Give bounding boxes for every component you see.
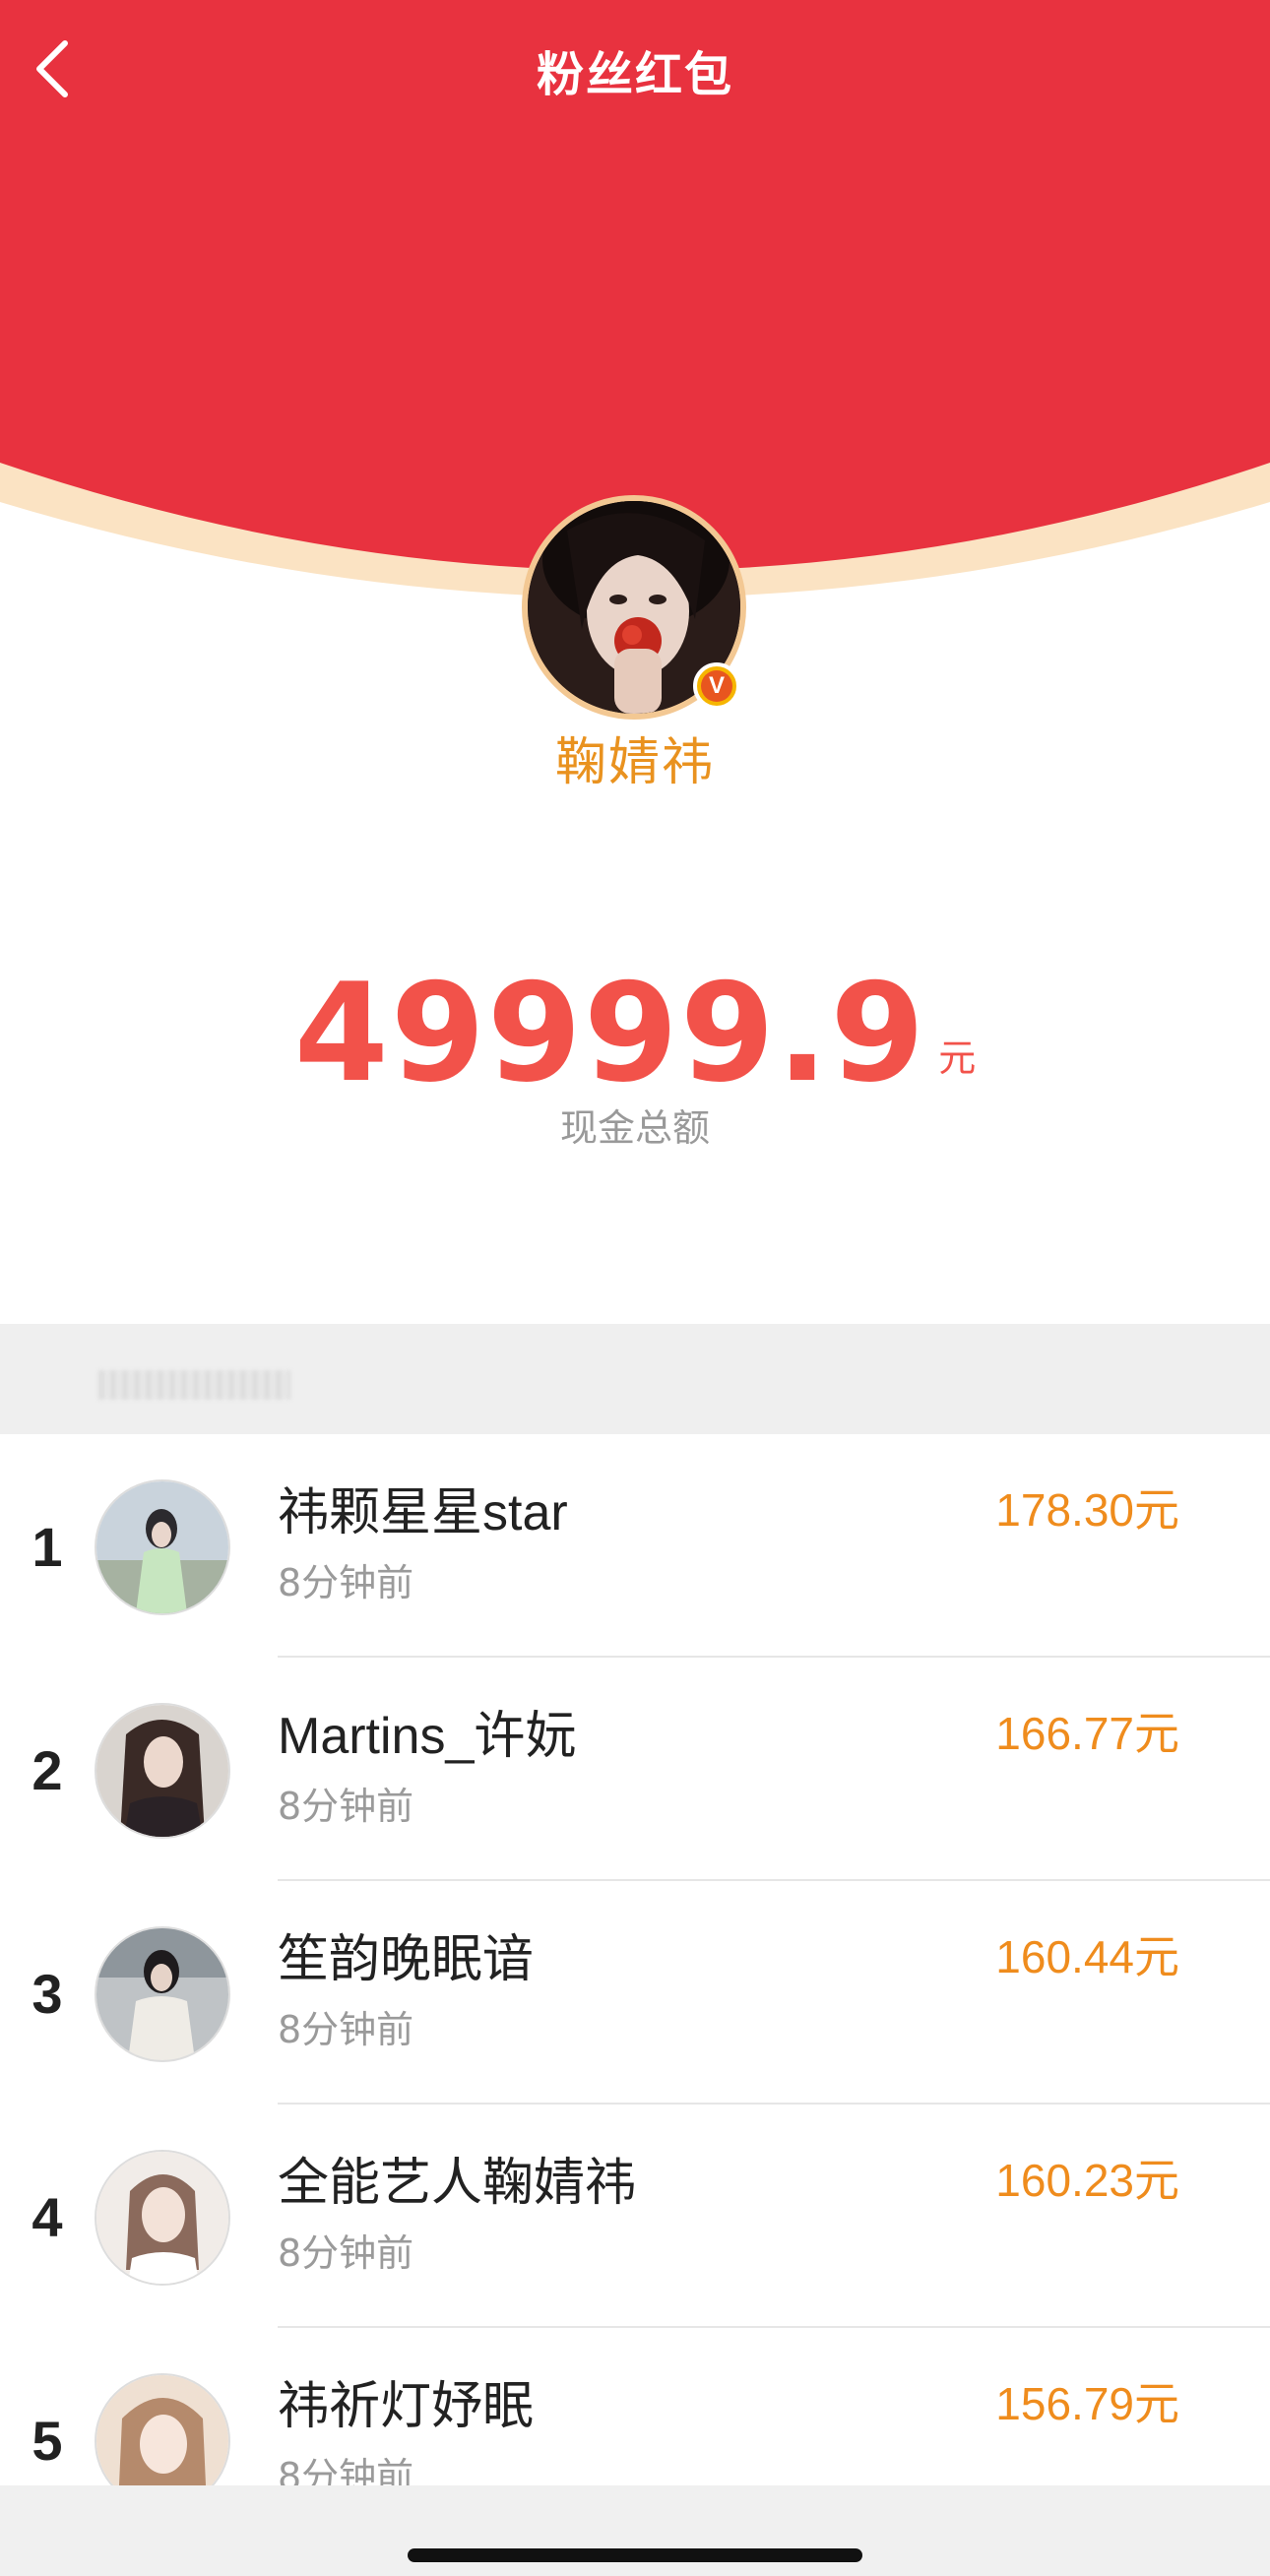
total-amount-caption: 现金总额 (559, 1106, 710, 1150)
recipient-amount: 160.23元 (995, 2155, 1179, 2206)
avatar[interactable] (95, 1703, 230, 1839)
rank-number: 5 (32, 2410, 63, 2472)
page-title: 粉丝红包 (536, 47, 733, 102)
avatar[interactable] (95, 1926, 230, 2062)
total-amount-unit: 元 (938, 1037, 977, 1080)
total-amount: 49999.9 元 (0, 965, 1270, 1102)
recipient-name: 祎颗星星star (278, 1484, 568, 1541)
recipient-amount: 178.30元 (995, 1484, 1179, 1536)
recipient-name: 笙韵晚眠谙 (278, 1931, 535, 1988)
recipient-name: 祎祈灯妤眠 (278, 2378, 535, 2435)
home-indicator[interactable] (408, 2548, 862, 2562)
bottom-bar (0, 2485, 1270, 2576)
avatar[interactable] (95, 2150, 230, 2286)
verified-badge-icon: V (693, 662, 740, 710)
list-item[interactable]: 3 笙韵晚眠谙 8分钟前 160.44元 (0, 1881, 1270, 2105)
recipient-list: 1 祎颗星星star 8分钟前 178.30元 2 Martins_许妧 8分钟… (0, 1434, 1270, 2551)
list-item[interactable]: 1 祎颗星星star 8分钟前 178.30元 (0, 1434, 1270, 1658)
rank-number: 3 (32, 1963, 63, 2025)
verified-badge-label: V (701, 670, 732, 702)
list-item[interactable]: 4 全能艺人鞠婧祎 8分钟前 160.23元 (0, 2105, 1270, 2328)
rank-number: 4 (32, 2186, 63, 2248)
list-item[interactable]: 2 Martins_许妧 8分钟前 166.77元 (0, 1658, 1270, 1881)
rank-number: 2 (32, 1739, 63, 1801)
red-packet-page: 粉丝红包 V 鞠婧祎 49999.9 元 现金总额 1 祎颗星星star 8分钟… (0, 0, 1270, 2576)
recipient-name: Martins_许妧 (278, 1708, 577, 1765)
recipient-time: 8分钟前 (278, 1561, 414, 1604)
recipient-amount: 166.77元 (995, 1708, 1179, 1759)
recipient-amount: 156.79元 (995, 2378, 1179, 2429)
host-name: 鞠婧祎 (554, 733, 715, 792)
recipient-time: 8分钟前 (278, 2008, 414, 2051)
blurred-watermark (98, 1370, 290, 1400)
avatar[interactable] (95, 1479, 230, 1615)
rank-number: 1 (32, 1516, 63, 1578)
total-amount-value: 49999.9 (293, 954, 927, 1112)
recipient-amount: 160.44元 (995, 1931, 1179, 1982)
recipient-name: 全能艺人鞠婧祎 (278, 2155, 637, 2212)
recipient-time: 8分钟前 (278, 1785, 414, 1828)
recipient-time: 8分钟前 (278, 2231, 414, 2275)
